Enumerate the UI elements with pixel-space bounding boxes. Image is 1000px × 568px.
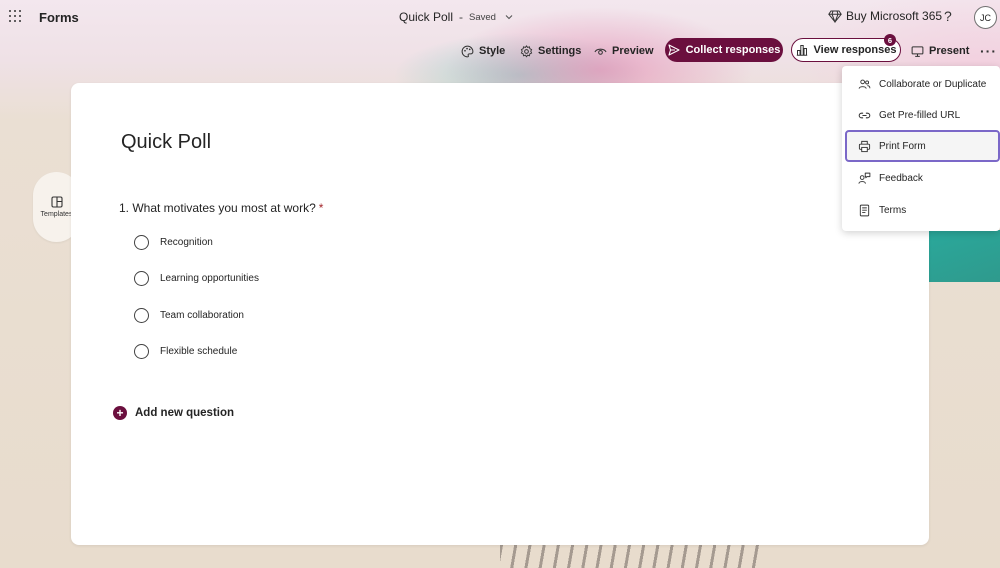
option-label: Team collaboration — [160, 310, 244, 321]
menu-item-label: Get Pre-filled URL — [879, 109, 961, 121]
menu-item-feedback[interactable]: Feedback — [846, 163, 999, 193]
option-learning-opportunities[interactable]: Learning opportunities — [134, 271, 259, 286]
app-launcher-icon[interactable] — [9, 10, 21, 22]
question-text[interactable]: 1. What motivates you most at work? * — [119, 201, 323, 215]
background-shadow — [500, 545, 760, 568]
option-recognition[interactable]: Recognition — [134, 235, 213, 250]
form-card: Quick Poll 1. What motivates you most at… — [71, 83, 929, 545]
settings-button[interactable]: Settings — [520, 41, 581, 61]
menu-item-print-form[interactable]: Print Form — [845, 130, 1000, 162]
plus-icon: + — [113, 406, 127, 420]
preview-label: Preview — [612, 45, 654, 57]
more-options-menu: Collaborate or Duplicate Get Pre-filled … — [842, 66, 1000, 231]
monitor-icon — [911, 45, 924, 57]
menu-item-label: Terms — [879, 204, 907, 216]
add-new-question-button[interactable]: + Add new question — [113, 406, 234, 420]
avatar[interactable]: JC — [974, 6, 997, 29]
save-status: Saved — [469, 11, 496, 23]
preview-button[interactable]: Preview — [594, 41, 654, 61]
buy-microsoft-365-link[interactable]: Buy Microsoft 365 — [828, 9, 942, 23]
menu-item-collaborate-or-duplicate[interactable]: Collaborate or Duplicate — [846, 69, 999, 99]
title-separator: - — [459, 10, 464, 24]
present-button[interactable]: Present — [911, 41, 969, 61]
style-button[interactable]: Style — [461, 41, 505, 61]
radio-button[interactable] — [134, 308, 149, 323]
settings-label: Settings — [538, 45, 582, 57]
option-label: Learning opportunities — [160, 273, 259, 284]
radio-button[interactable] — [134, 344, 149, 359]
menu-item-terms[interactable]: Terms — [846, 195, 999, 225]
top-bar: Forms Quick Poll - Saved Buy Microsoft 3… — [0, 0, 1000, 34]
diamond-icon — [828, 10, 842, 23]
background-teal-shape — [928, 230, 1000, 282]
feedback-icon — [858, 172, 871, 184]
radio-button[interactable] — [134, 271, 149, 286]
more-options-button[interactable]: ··· — [980, 43, 997, 59]
app-name[interactable]: Forms — [39, 10, 79, 25]
menu-item-label: Collaborate or Duplicate — [879, 78, 987, 90]
collect-responses-button[interactable]: Collect responses — [665, 38, 783, 62]
send-icon — [668, 44, 680, 56]
page-title[interactable]: Quick Poll — [121, 131, 211, 154]
eye-icon — [594, 48, 607, 55]
add-question-label: Add new question — [135, 407, 235, 419]
collect-label: Collect responses — [685, 44, 781, 56]
menu-item-get-pre-filled-url[interactable]: Get Pre-filled URL — [846, 100, 999, 130]
option-team-collaboration[interactable]: Team collaboration — [134, 308, 244, 323]
gear-icon — [520, 44, 533, 57]
form-title-menu[interactable]: Quick Poll - Saved — [399, 10, 514, 24]
help-button[interactable]: ? — [944, 8, 952, 24]
style-label: Style — [479, 45, 506, 57]
form-toolbar: Style Settings Preview Collect responses… — [0, 34, 1000, 65]
buy-label: Buy Microsoft 365 — [846, 9, 943, 23]
menu-item-label: Print Form — [879, 140, 926, 152]
option-flexible-schedule[interactable]: Flexible schedule — [134, 344, 237, 359]
templates-icon — [50, 196, 63, 208]
required-marker: * — [318, 201, 324, 215]
option-label: Flexible schedule — [160, 346, 238, 357]
option-label: Recognition — [160, 237, 213, 248]
palette-icon — [461, 45, 474, 57]
people-icon — [858, 79, 871, 89]
bar-chart-icon — [796, 45, 807, 56]
link-icon — [858, 112, 871, 118]
document-icon — [859, 204, 870, 216]
menu-item-label: Feedback — [879, 172, 923, 184]
responses-count-badge: 6 — [884, 34, 896, 46]
chevron-down-icon — [505, 15, 513, 20]
printer-icon — [858, 140, 871, 152]
radio-button[interactable] — [134, 235, 149, 250]
question-label: 1. What motivates you most at work? — [119, 201, 316, 215]
header-form-title: Quick Poll — [399, 10, 454, 24]
view-responses-label: View responses — [813, 44, 897, 56]
present-label: Present — [929, 45, 970, 57]
templates-label: Templates — [40, 211, 73, 218]
